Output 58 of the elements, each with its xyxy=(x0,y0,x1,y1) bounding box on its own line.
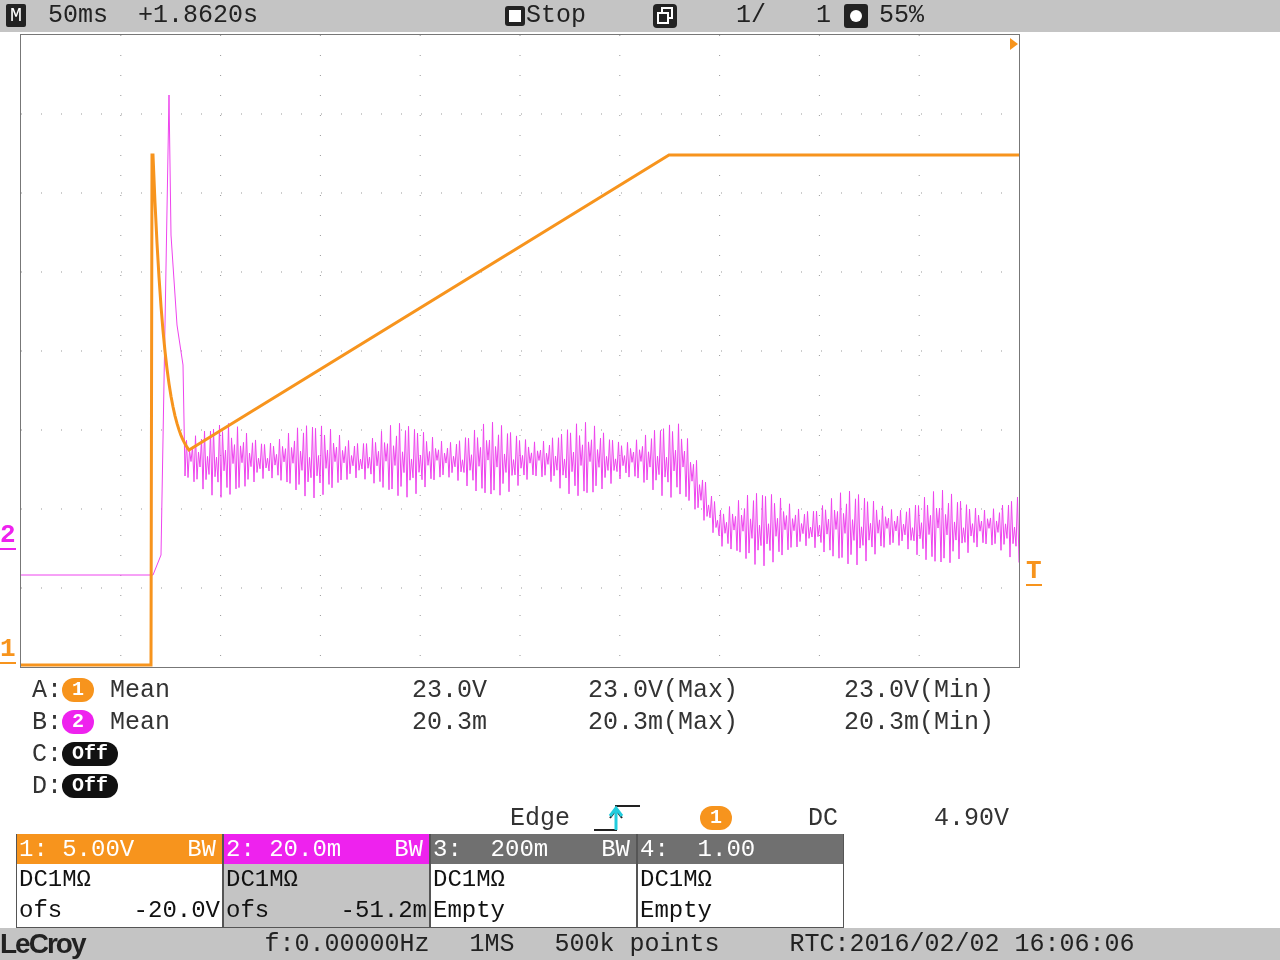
mode-label: M xyxy=(6,4,26,28)
channel-panel[interactable]: 1: 5.00V BW DC1MΩ ofs -20.0V xyxy=(16,834,223,928)
channel-badge: 2 xyxy=(62,710,94,735)
timebase-label: 50ms xyxy=(48,1,109,31)
brightness-icon xyxy=(843,2,870,29)
channel-scale: 2: 20.0m xyxy=(226,835,342,863)
delay-label: +1.8620s xyxy=(138,1,259,31)
trigger-type: Edge xyxy=(510,803,570,833)
history-label: 1/ xyxy=(736,1,767,31)
sample-rate-label: 1MS xyxy=(469,929,515,959)
offset-label: ofs xyxy=(226,897,270,925)
offset-value: -20.0V xyxy=(133,897,220,925)
measurement-max: 20.3m(Max) xyxy=(588,707,740,737)
channel-panel[interactable]: 4: 1.00 DC1MΩ Empty xyxy=(637,834,844,928)
history-total-label: 1 xyxy=(816,1,832,31)
measurement-slot: D: xyxy=(32,771,62,801)
trigger-source-badge: 1 xyxy=(700,806,733,831)
offset-value: -51.2m xyxy=(340,897,427,925)
channel-scale: 3: 200m xyxy=(433,835,549,863)
intensity-label: 55% xyxy=(879,1,925,31)
channel-panel[interactable]: 2: 20.0m BW DC1MΩ ofs -51.2m xyxy=(223,834,430,928)
off-badge: Off xyxy=(62,774,118,799)
measurement-type: Mean xyxy=(110,675,172,705)
channel-coupling: DC1MΩ xyxy=(226,866,298,894)
channel-status: Empty xyxy=(433,897,505,925)
channel-status: Empty xyxy=(640,897,712,925)
channel-badge: 1 xyxy=(62,678,94,703)
brand-logo: LeCroy xyxy=(0,928,85,960)
offset-label: ofs xyxy=(19,897,63,925)
measurement-slot: C: xyxy=(32,739,62,769)
run-state-label: Stop xyxy=(526,1,587,31)
channel-scale: 1: 5.00V xyxy=(19,835,135,863)
measurement-slot: A: xyxy=(32,675,62,705)
channel-scale: 4: 1.00 xyxy=(640,835,756,863)
trigger-position-icon xyxy=(1010,37,1018,50)
channel-coupling: DC1MΩ xyxy=(19,866,91,894)
bandwidth-label: BW xyxy=(187,835,216,863)
bandwidth-label: BW xyxy=(601,835,630,863)
measurement-type: Mean xyxy=(110,707,172,737)
channel-panel[interactable]: 3: 200m BW DC1MΩ Empty xyxy=(430,834,637,928)
points-label: 500k points xyxy=(554,929,720,959)
trigger-level: 4.90V xyxy=(934,803,1010,833)
rising-edge-icon xyxy=(594,804,642,833)
trigger-coupling: DC xyxy=(808,803,839,833)
clock-label: RTC:2016/02/02 16:06:06 xyxy=(789,929,1135,959)
channel-coupling: DC1MΩ xyxy=(640,866,712,894)
stacked-squares-icon xyxy=(652,2,679,29)
stop-icon xyxy=(504,4,527,27)
measurement-value: 23.0V xyxy=(412,675,489,705)
measurement-slot: B: xyxy=(32,707,62,737)
measurement-value: 20.3m xyxy=(412,707,489,737)
off-badge: Off xyxy=(62,742,118,767)
measurement-max: 23.0V(Max) xyxy=(588,675,740,705)
measurement-min: 20.3m(Min) xyxy=(844,707,996,737)
frequency-label: f:0.00000Hz xyxy=(264,929,430,959)
channel-coupling: DC1MΩ xyxy=(433,866,505,894)
bandwidth-label: BW xyxy=(394,835,423,863)
measurement-min: 23.0V(Min) xyxy=(844,675,996,705)
